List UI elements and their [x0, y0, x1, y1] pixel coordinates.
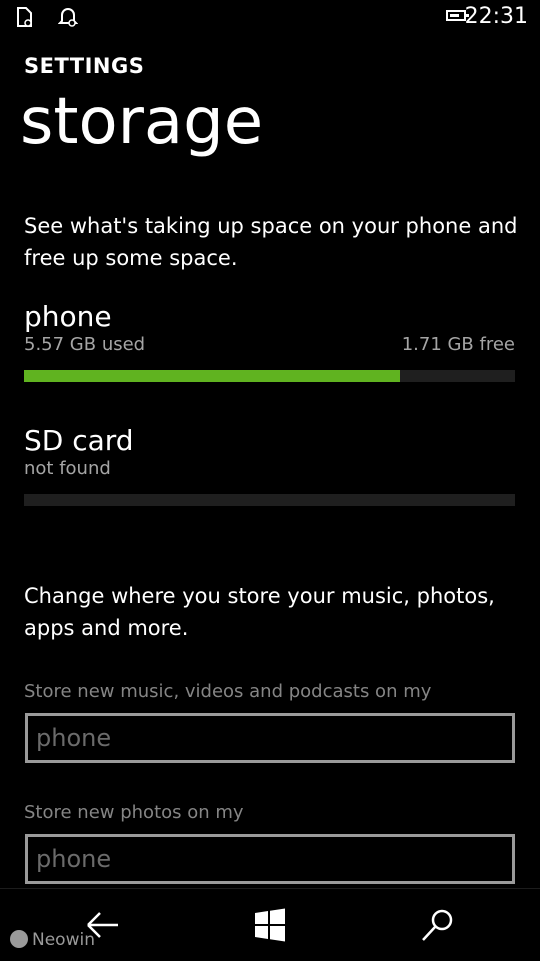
clock: 22:31: [464, 4, 528, 29]
phone-used-text: 5.57 GB used: [24, 334, 146, 355]
photos-location-value: phone: [36, 845, 112, 873]
photos-location-select[interactable]: phone: [25, 834, 515, 884]
storage-description: See what's taking up space on your phone…: [24, 214, 518, 270]
sd-card-storage-item[interactable]: SD card not found: [24, 424, 515, 506]
navigation-bar: [0, 888, 540, 961]
phone-usage-bar: [24, 370, 515, 382]
page-title: storage: [20, 85, 264, 159]
section-title: SETTINGS: [24, 54, 145, 78]
phone-storage-name: phone: [24, 300, 112, 333]
sd-card-usage-bar: [24, 494, 515, 506]
phone-free-text: 1.71 GB free: [401, 334, 515, 355]
quiet-hours-icon: [58, 8, 78, 27]
phone-storage-item[interactable]: phone 5.57 GB used 1.71 GB free: [24, 300, 515, 382]
music-location-select[interactable]: phone: [25, 713, 515, 763]
music-location-value: phone: [36, 724, 112, 752]
battery-icon: [446, 10, 469, 21]
sd-card-details: not found: [24, 458, 515, 482]
search-icon[interactable]: [418, 907, 458, 943]
sd-card-status: not found: [24, 458, 111, 479]
change-location-text: Change where you store your music, photo…: [24, 584, 495, 640]
sim-icon: [17, 7, 32, 27]
neowin-watermark: Neowin: [10, 930, 95, 950]
sd-card-name: SD card: [24, 424, 134, 457]
windows-icon[interactable]: [250, 907, 290, 943]
watermark-text: Neowin: [32, 930, 95, 950]
music-location-label: Store new music, videos and podcasts on …: [24, 681, 432, 702]
neowin-logo-icon: [10, 930, 28, 948]
photos-location-label: Store new photos on my: [24, 802, 244, 823]
phone-usage-fill: [24, 370, 400, 382]
status-bar: 22:31: [0, 0, 540, 36]
phone-storage-details: 5.57 GB used 1.71 GB free: [24, 334, 515, 358]
